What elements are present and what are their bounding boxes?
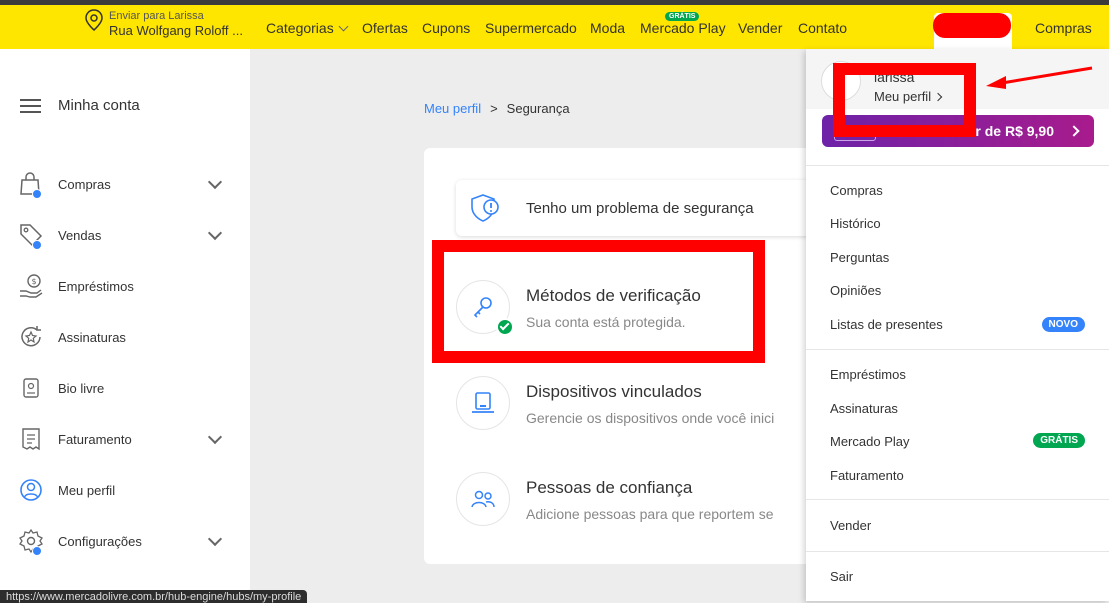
chevron-down-icon[interactable]: [207, 429, 223, 445]
menu-icon[interactable]: [20, 99, 41, 113]
sidebar-item-label: Compras: [58, 177, 111, 192]
new-badge: NOVO: [1041, 317, 1085, 332]
row-title: Pessoas de confiança: [526, 478, 693, 497]
chevron-right-icon: [1068, 125, 1080, 137]
menu-item-opinioes[interactable]: Opiniões: [830, 283, 881, 298]
sidebar-item-faturamento[interactable]: Faturamento: [18, 424, 238, 454]
notification-dot: [32, 546, 42, 556]
security-problem-button[interactable]: Tenho um problema de segurança: [456, 180, 816, 236]
nav-compras[interactable]: Compras: [1035, 20, 1092, 36]
sidebar-item-label: Empréstimos: [58, 279, 134, 294]
security-problem-label: Tenho um problema de segurança: [526, 200, 754, 217]
bio-icon: [23, 378, 39, 398]
nav-moda[interactable]: Moda: [590, 20, 625, 36]
sidebar-item-configuracoes[interactable]: Configurações: [18, 526, 238, 556]
sidebar-item-label: Assinaturas: [58, 330, 126, 345]
linked-devices-row[interactable]: Dispositivos vinculados Gerencie os disp…: [456, 376, 816, 436]
sidebar-item-vendas[interactable]: Vendas: [18, 220, 238, 250]
shield-alert-icon: [471, 194, 499, 222]
sidebar-item-emprestimos[interactable]: $ Empréstimos: [18, 271, 238, 301]
nav-mercado-play[interactable]: Mercado Play: [640, 20, 726, 36]
menu-item-mercado-play[interactable]: Mercado Play: [830, 434, 909, 449]
subscription-icon: [21, 326, 41, 347]
sidebar-item-bio-livre[interactable]: Bio livre: [18, 373, 238, 403]
loan-icon: $: [20, 274, 43, 298]
redacted-user-name[interactable]: [933, 13, 1011, 38]
divider: [806, 165, 1109, 166]
sidebar-item-label: Faturamento: [58, 432, 132, 447]
sidebar-item-compras[interactable]: Compras: [18, 169, 238, 199]
invoice-icon: [22, 428, 40, 451]
chevron-down-icon[interactable]: [207, 225, 223, 241]
nav-vender[interactable]: Vender: [738, 20, 782, 36]
breadcrumb-current: Segurança: [506, 101, 570, 116]
breadcrumb-link-meu-perfil[interactable]: Meu perfil: [424, 101, 481, 116]
sidebar-item-meu-perfil[interactable]: Meu perfil: [18, 475, 238, 505]
nav-categorias[interactable]: Categorias: [266, 20, 349, 36]
notification-dot: [32, 189, 42, 199]
nav-supermercado[interactable]: Supermercado: [485, 20, 577, 36]
breadcrumb-separator: >: [490, 101, 498, 116]
devices-icon: [472, 392, 494, 413]
sidebar-item-label: Configurações: [58, 534, 142, 549]
menu-item-vender[interactable]: Vender: [830, 518, 871, 533]
nav-ofertas[interactable]: Ofertas: [362, 20, 408, 36]
nav-cupons[interactable]: Cupons: [422, 20, 470, 36]
menu-item-compras[interactable]: Compras: [830, 183, 883, 198]
menu-item-assinaturas[interactable]: Assinaturas: [830, 401, 898, 416]
people-icon-circle: [456, 472, 510, 526]
sidebar-item-label: Vendas: [58, 228, 102, 243]
location-label: Enviar para Larissa: [109, 10, 204, 22]
sidebar-title: Minha conta: [58, 97, 140, 114]
red-arrow-annotation: [986, 66, 1093, 89]
chevron-down-icon: [338, 21, 349, 32]
nav-contato[interactable]: Contato: [798, 20, 847, 36]
sidebar-item-label: Meu perfil: [58, 483, 116, 498]
divider: [806, 349, 1109, 350]
free-badge: GRÁTIS: [1033, 433, 1085, 448]
sidebar-item-label: Bio livre: [58, 381, 105, 396]
menu-item-faturamento[interactable]: Faturamento: [830, 468, 904, 483]
menu-item-historico[interactable]: Histórico: [830, 216, 881, 231]
browser-status-url: https://www.mercadolivre.com.br/hub-engi…: [0, 590, 308, 603]
menu-item-emprestimos[interactable]: Empréstimos: [830, 367, 906, 382]
people-icon: [471, 490, 495, 508]
promo-text: r de R$ 9,90: [975, 123, 1054, 139]
location-pin-icon: [85, 9, 103, 31]
devices-icon-circle: [456, 376, 510, 430]
svg-text:$: $: [32, 277, 37, 286]
nav-categorias-label: Categorias: [266, 20, 334, 36]
sidebar-item-assinaturas[interactable]: Assinaturas: [18, 322, 238, 352]
menu-item-perguntas[interactable]: Perguntas: [830, 250, 889, 265]
row-subtitle: Gerencie os dispositivos onde você inici: [526, 410, 775, 426]
breadcrumb: Meu perfil > Segurança: [424, 101, 570, 116]
shipping-location[interactable]: Enviar para Larissa Rua Wolfgang Roloff …: [84, 7, 254, 45]
chevron-down-icon[interactable]: [207, 174, 223, 190]
profile-icon: [20, 479, 42, 501]
location-address: Rua Wolfgang Roloff ...: [109, 23, 243, 38]
row-subtitle: Adicione pessoas para que reportem se: [526, 506, 774, 522]
row-title: Dispositivos vinculados: [526, 382, 702, 401]
highlight-box-verification: [432, 240, 765, 363]
account-sidebar: Minha conta Compras Vendas $ Empréstimos…: [0, 49, 250, 603]
notification-dot: [32, 240, 42, 250]
highlight-box-profile: [833, 63, 976, 137]
divider: [806, 499, 1109, 500]
chevron-down-icon[interactable]: [207, 531, 223, 547]
trusted-people-row[interactable]: Pessoas de confiança Adicione pessoas pa…: [456, 472, 816, 532]
divider: [806, 551, 1109, 552]
menu-item-sair[interactable]: Sair: [830, 569, 853, 584]
menu-item-listas-de-presentes[interactable]: Listas de presentes: [830, 317, 943, 332]
